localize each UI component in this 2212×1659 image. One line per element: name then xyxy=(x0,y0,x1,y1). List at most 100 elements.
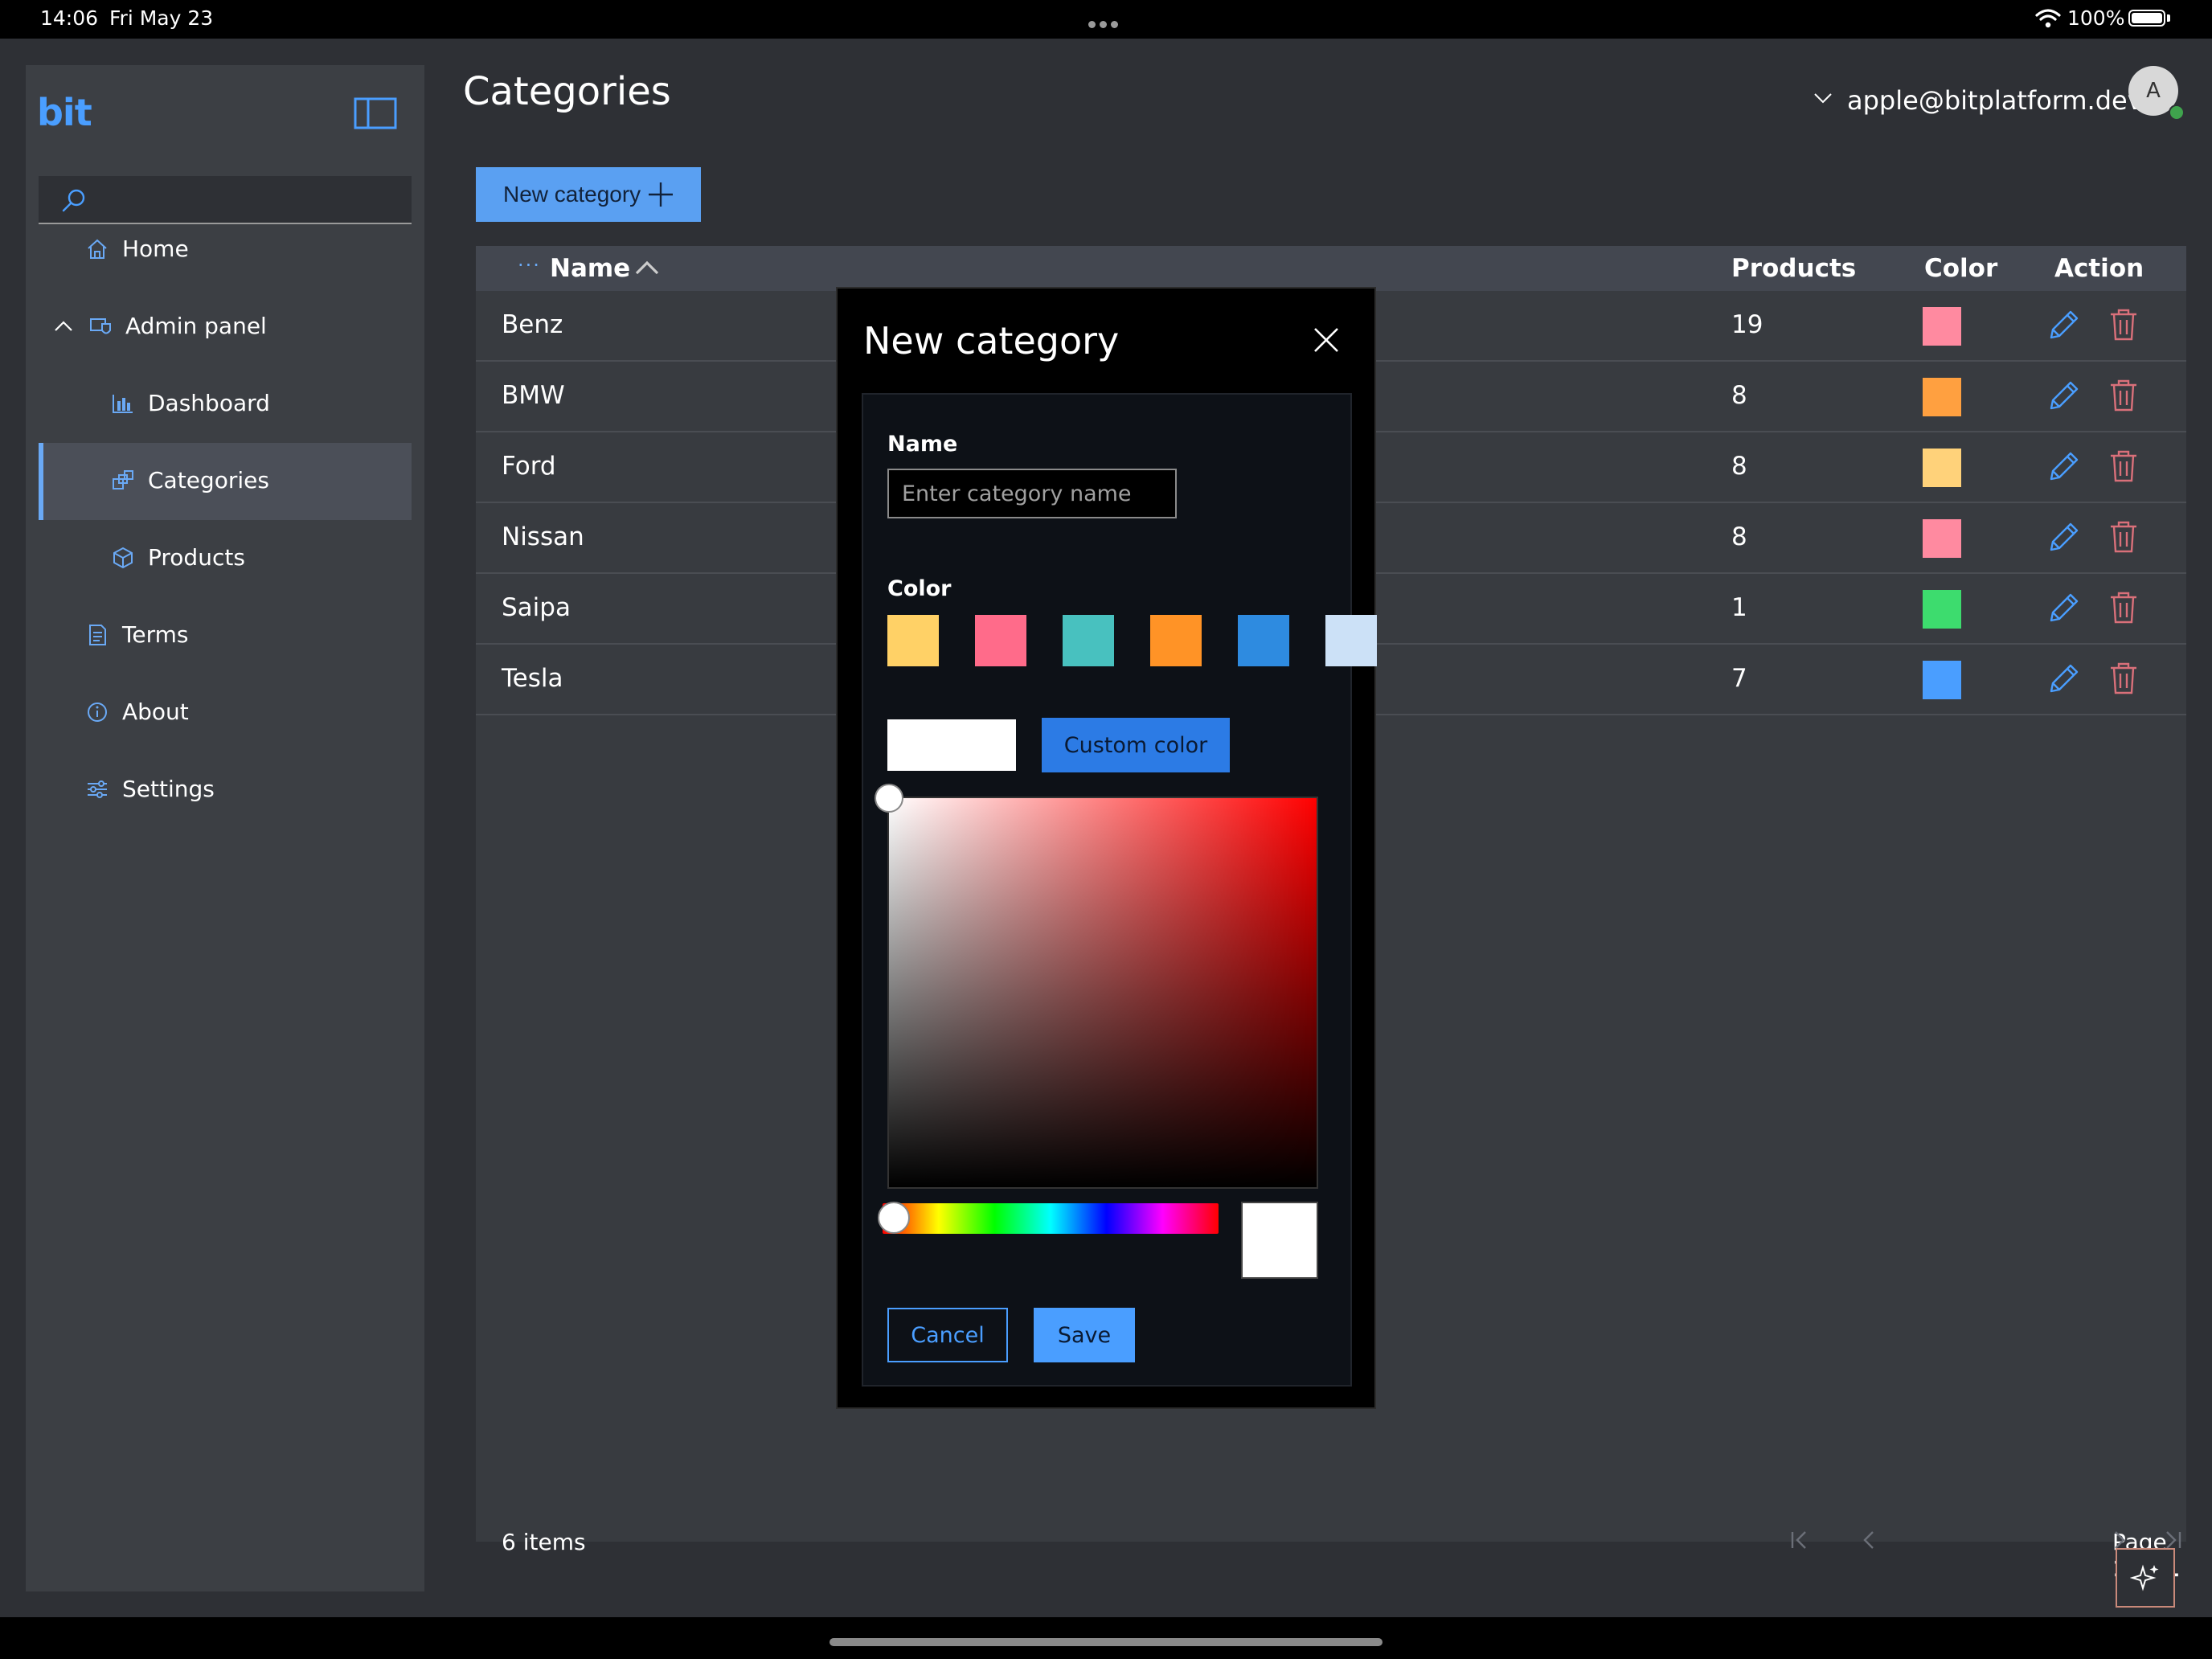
category-name-cell: Nissan xyxy=(502,522,584,551)
new-category-label: New category xyxy=(503,182,641,207)
products-count-cell: 8 xyxy=(1731,452,1747,481)
edit-icon[interactable] xyxy=(2045,378,2082,415)
products-count-cell: 1 xyxy=(1731,593,1747,622)
edit-icon[interactable] xyxy=(2045,449,2082,485)
sidebar-item-categories[interactable]: Categories xyxy=(39,443,412,520)
saturation-handle[interactable] xyxy=(875,784,903,813)
status-date: Fri May 23 xyxy=(109,6,214,30)
wifi-icon xyxy=(2035,9,2061,28)
color-swatch xyxy=(1923,307,1961,346)
color-swatch xyxy=(1923,519,1961,558)
sidebar-item-admin-panel[interactable]: Admin panel xyxy=(26,289,424,366)
info-icon xyxy=(88,703,107,722)
page-title: Categories xyxy=(463,69,671,114)
delete-icon[interactable] xyxy=(2108,449,2140,484)
products-count-cell: 8 xyxy=(1731,381,1747,410)
edit-icon[interactable] xyxy=(2045,590,2082,627)
sidebar-item-label: Home xyxy=(122,236,189,262)
preset-color-swatch[interactable] xyxy=(1325,615,1377,666)
sidebar-item-settings[interactable]: Settings xyxy=(26,752,424,829)
bit-logo[interactable]: bit xyxy=(37,91,92,134)
battery-icon xyxy=(2128,10,2165,27)
selected-color-preview xyxy=(887,719,1016,771)
column-header-color: Color xyxy=(1924,254,1998,283)
preset-color-swatch[interactable] xyxy=(1150,615,1202,666)
sliders-icon xyxy=(88,780,107,798)
new-category-button[interactable]: New category xyxy=(476,167,701,222)
column-header-name[interactable]: Name xyxy=(550,254,630,283)
search-icon xyxy=(62,189,85,212)
status-bar: 14:06 Fri May 23 100% xyxy=(0,0,2212,39)
battery-tip xyxy=(2167,14,2170,22)
color-preview-swatch xyxy=(1241,1202,1318,1279)
sidebar-item-label: About xyxy=(122,698,189,725)
first-page-icon[interactable] xyxy=(1786,1526,1815,1555)
color-swatch xyxy=(1923,449,1961,487)
products-count-cell: 19 xyxy=(1731,310,1763,339)
battery-percent: 100% xyxy=(2067,6,2125,30)
sort-ascending-icon[interactable] xyxy=(633,256,661,280)
new-category-dialog: New category Name Color Custom color Can… xyxy=(836,287,1377,1409)
sidebar-item-home[interactable]: Home xyxy=(26,211,424,289)
category-name-cell: Benz xyxy=(502,310,563,339)
category-name-cell: Ford xyxy=(502,452,556,481)
sidebar-item-label: Terms xyxy=(122,621,189,648)
edit-icon[interactable] xyxy=(2045,519,2082,556)
delete-icon[interactable] xyxy=(2108,307,2140,342)
preset-color-swatch[interactable] xyxy=(887,615,939,666)
chart-icon xyxy=(113,395,133,413)
sidebar-item-about[interactable]: About xyxy=(26,674,424,752)
cancel-button[interactable]: Cancel xyxy=(887,1308,1008,1362)
document-icon xyxy=(89,625,106,645)
color-field-label: Color xyxy=(887,576,952,601)
user-menu[interactable]: apple@bitplatform.dev xyxy=(1812,77,2165,127)
home-icon xyxy=(88,239,107,259)
home-indicator[interactable] xyxy=(830,1638,1382,1646)
plus-icon xyxy=(649,182,673,207)
column-header-action: Action xyxy=(2054,254,2144,283)
delete-icon[interactable] xyxy=(2108,661,2140,696)
category-name-cell: Saipa xyxy=(502,593,571,622)
products-count-cell: 8 xyxy=(1731,522,1747,551)
box-icon xyxy=(113,547,133,569)
status-time: 14:06 xyxy=(40,6,99,30)
preset-color-swatch[interactable] xyxy=(1238,615,1289,666)
save-button[interactable]: Save xyxy=(1034,1308,1135,1362)
hue-handle[interactable] xyxy=(878,1202,910,1234)
category-name-input[interactable] xyxy=(887,469,1177,518)
preset-color-swatch[interactable] xyxy=(975,615,1026,666)
custom-color-button[interactable]: Custom color xyxy=(1042,718,1230,772)
saturation-value-picker[interactable] xyxy=(875,784,1318,1189)
category-name-cell: Tesla xyxy=(502,664,563,693)
sidebar-item-products[interactable]: Products xyxy=(26,520,424,597)
color-swatch xyxy=(1923,378,1961,416)
hue-slider[interactable] xyxy=(878,1202,1219,1234)
user-email: apple@bitplatform.dev xyxy=(1847,85,2143,116)
color-swatch xyxy=(1923,661,1961,699)
ai-assistant-button[interactable] xyxy=(2116,1548,2175,1608)
preset-color-swatch[interactable] xyxy=(1063,615,1114,666)
sidebar-item-terms[interactable]: Terms xyxy=(26,597,424,674)
multitasking-dots-icon[interactable] xyxy=(1088,16,1124,28)
column-options-icon[interactable]: ··· xyxy=(518,254,541,276)
column-header-products[interactable]: Products xyxy=(1731,254,1856,283)
delete-icon[interactable] xyxy=(2108,378,2140,413)
edit-icon[interactable] xyxy=(2045,307,2082,344)
sidebar-item-dashboard[interactable]: Dashboard xyxy=(26,366,424,443)
sidebar-item-label: Dashboard xyxy=(148,390,270,416)
sidebar-item-label: Products xyxy=(148,544,245,571)
table-header: ··· Name Products Color Action xyxy=(476,246,2186,291)
name-field-label: Name xyxy=(887,432,958,457)
delete-icon[interactable] xyxy=(2108,519,2140,555)
delete-icon[interactable] xyxy=(2108,590,2140,625)
chevron-up-icon[interactable] xyxy=(53,314,74,338)
dialog-form: Name Color Custom color Cancel Save xyxy=(862,393,1377,1387)
sidebar-toggle-icon[interactable] xyxy=(354,97,397,129)
color-swatch xyxy=(1923,590,1961,629)
category-name-cell: BMW xyxy=(502,381,565,410)
edit-icon[interactable] xyxy=(2045,661,2082,698)
categories-icon xyxy=(113,470,133,490)
close-icon[interactable] xyxy=(1312,326,1341,354)
previous-page-icon[interactable] xyxy=(1855,1526,1884,1555)
products-count-cell: 7 xyxy=(1731,664,1747,693)
